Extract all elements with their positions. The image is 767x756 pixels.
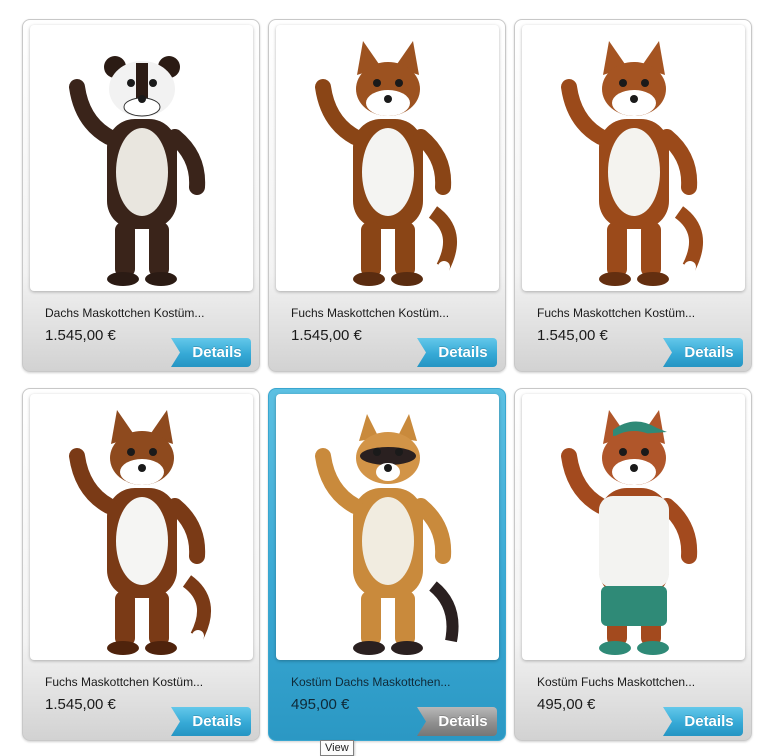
product-title[interactable]: Kostüm Fuchs Maskottchen... [537, 675, 695, 689]
fox-sport-mascot-costume-icon [560, 410, 697, 655]
product-price: 1.545,00 € [537, 327, 608, 344]
details-button[interactable]: Details [663, 707, 743, 736]
product-price: 1.545,00 € [45, 696, 116, 713]
fox-mascot-costume-icon [68, 410, 211, 655]
details-button[interactable]: Details [417, 707, 497, 736]
raccoon-mascot-costume-icon [314, 414, 459, 655]
product-title[interactable]: Fuchs Maskottchen Kostüm... [291, 306, 449, 320]
product-image[interactable] [522, 394, 745, 660]
details-button[interactable]: Details [171, 707, 251, 736]
product-card[interactable]: Fuchs Maskottchen Kostüm... 1.545,00 € D… [268, 19, 506, 372]
product-title[interactable]: Fuchs Maskottchen Kostüm... [537, 306, 695, 320]
product-price: 1.545,00 € [45, 327, 116, 344]
product-price: 495,00 € [291, 696, 350, 713]
badger-mascot-costume-icon [68, 56, 205, 286]
product-price: 1.545,00 € [291, 327, 362, 344]
product-title[interactable]: Kostüm Dachs Maskottchen... [291, 675, 450, 689]
product-title[interactable]: Dachs Maskottchen Kostüm... [45, 306, 204, 320]
fox-mascot-costume-icon [560, 41, 703, 286]
details-button[interactable]: Details [417, 338, 497, 367]
fox-mascot-costume-icon [314, 41, 457, 286]
product-image[interactable] [30, 25, 253, 291]
product-image[interactable] [276, 394, 499, 660]
product-card[interactable]: Fuchs Maskottchen Kostüm... 1.545,00 € D… [514, 19, 752, 372]
product-grid: Dachs Maskottchen Kostüm... 1.545,00 € D… [22, 19, 752, 741]
product-image[interactable] [276, 25, 499, 291]
product-card[interactable]: Dachs Maskottchen Kostüm... 1.545,00 € D… [22, 19, 260, 372]
product-card[interactable]: Fuchs Maskottchen Kostüm... 1.545,00 € D… [22, 388, 260, 741]
details-button[interactable]: Details [663, 338, 743, 367]
product-card[interactable]: Kostüm Dachs Maskottchen... 495,00 € Det… [268, 388, 506, 741]
view-tooltip: View [320, 740, 354, 756]
product-title[interactable]: Fuchs Maskottchen Kostüm... [45, 675, 203, 689]
product-image[interactable] [522, 25, 745, 291]
product-card[interactable]: Kostüm Fuchs Maskottchen... 495,00 € Det… [514, 388, 752, 741]
details-button[interactable]: Details [171, 338, 251, 367]
product-price: 495,00 € [537, 696, 596, 713]
product-image[interactable] [30, 394, 253, 660]
